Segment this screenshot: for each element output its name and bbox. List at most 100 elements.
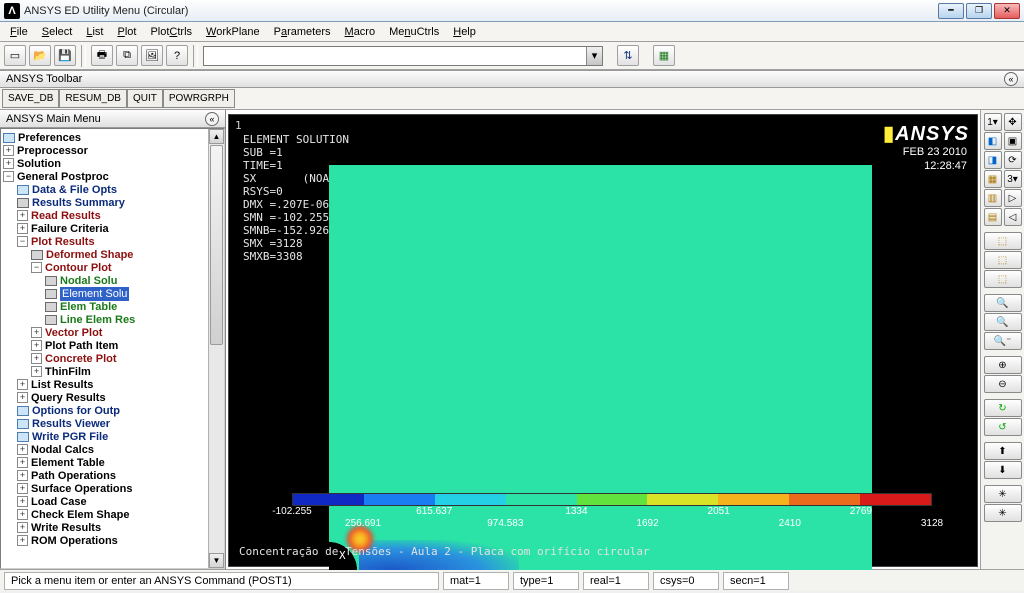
print-icon[interactable]: 🖶 — [91, 45, 113, 66]
menu-plotctrls[interactable]: PlotCtrls — [144, 25, 198, 39]
back-view-icon[interactable]: ⬚ — [984, 232, 1022, 250]
menu-menuctrls[interactable]: MenuCtrls — [383, 25, 445, 39]
tree-element-table[interactable]: Element Table — [31, 456, 105, 470]
tree-thinfilm[interactable]: ThinFilm — [45, 365, 91, 379]
fit-view-icon[interactable]: ▣ — [1004, 132, 1022, 150]
right-view-icon[interactable]: ▥ — [984, 189, 1002, 207]
collapse-icon[interactable]: − — [17, 236, 28, 247]
quit-button[interactable]: QUIT — [127, 89, 163, 108]
dynamic-mode-icon[interactable]: ✥ — [1004, 113, 1022, 131]
tree-results-viewer[interactable]: Results Viewer — [32, 417, 110, 431]
expand-icon[interactable]: + — [17, 535, 28, 546]
collapse-icon[interactable]: − — [31, 262, 42, 273]
expand-icon[interactable]: + — [17, 509, 28, 520]
tree-options-outp[interactable]: Options for Outp — [32, 404, 120, 418]
scrollbar[interactable]: ▲ ▼ — [208, 129, 224, 568]
tree-read-results[interactable]: Read Results — [31, 209, 101, 223]
expand-icon[interactable]: + — [17, 470, 28, 481]
rotate-pos-icon[interactable]: ↻ — [984, 399, 1022, 417]
zoom-back-icon[interactable]: 🔍⁻ — [984, 332, 1022, 350]
expand-icon[interactable]: + — [17, 522, 28, 533]
chevron-down-icon[interactable]: ▾ — [586, 47, 602, 65]
tree-contour-plot[interactable]: Contour Plot — [45, 261, 112, 275]
tree-rom-ops[interactable]: ROM Operations — [31, 534, 118, 548]
tree-list-results[interactable]: List Results — [31, 378, 93, 392]
contact-manager-icon[interactable]: ▦ — [653, 45, 675, 66]
zoom-in-icon[interactable]: 🔍 — [984, 294, 1022, 312]
tree-general-postproc[interactable]: General Postproc — [17, 170, 109, 184]
pan-right-icon[interactable]: ▷ — [1004, 189, 1022, 207]
help-icon[interactable]: ? — [166, 45, 188, 66]
scroll-thumb[interactable] — [210, 145, 223, 345]
minimize-button[interactable]: ━ — [938, 3, 964, 19]
tree-check-elem[interactable]: Check Elem Shape — [31, 508, 129, 522]
expand-icon[interactable]: + — [31, 327, 42, 338]
menu-help[interactable]: Help — [447, 25, 482, 39]
tree-path-ops[interactable]: Path Operations — [31, 469, 116, 483]
pan-left-icon[interactable]: ◁ — [1004, 208, 1022, 226]
powrgrph-button[interactable]: POWRGRPH — [163, 89, 235, 108]
tree-surface-ops[interactable]: Surface Operations — [31, 482, 132, 496]
top-view-icon[interactable]: ▤ — [984, 208, 1002, 226]
tree-query-results[interactable]: Query Results — [31, 391, 106, 405]
tree-line-elem-res[interactable]: Line Elem Res — [60, 313, 135, 327]
menu-macro[interactable]: Macro — [339, 25, 382, 39]
save-icon[interactable]: 💾 — [54, 45, 76, 66]
collapse-icon[interactable]: « — [205, 112, 219, 126]
resum-db-button[interactable]: RESUM_DB — [59, 89, 127, 108]
tree-plot-results[interactable]: Plot Results — [31, 235, 95, 249]
left-view-icon[interactable]: ⬚ — [984, 251, 1022, 269]
expand-icon[interactable]: + — [17, 483, 28, 494]
zoom-extents-minus-icon[interactable]: ⊖ — [984, 375, 1022, 393]
scroll-up-icon[interactable]: ▲ — [209, 129, 224, 144]
tree-write-pgr[interactable]: Write PGR File — [32, 430, 108, 444]
expand-icon[interactable]: + — [3, 158, 14, 169]
close-button[interactable]: ✕ — [994, 3, 1020, 19]
tree-preferences[interactable]: Preferences — [18, 131, 81, 145]
zoom-window-icon[interactable]: 🔍 — [984, 313, 1022, 331]
tree-elem-table[interactable]: Elem Table — [60, 300, 117, 314]
tree-nodal-solu[interactable]: Nodal Solu — [60, 274, 117, 288]
copy-icon[interactable]: ⧉ — [116, 45, 138, 66]
scroll-down-icon[interactable]: ▼ — [209, 553, 224, 568]
view-number-icon[interactable]: 3▾ — [1004, 170, 1022, 188]
pan-rotate-icon[interactable]: ✳ — [984, 504, 1022, 522]
expand-icon[interactable]: + — [17, 223, 28, 234]
tree-plot-path[interactable]: Plot Path Item — [45, 339, 118, 353]
front-view-icon[interactable]: ▦ — [984, 170, 1002, 188]
oblique-view-icon[interactable]: ◨ — [984, 151, 1002, 169]
collapse-icon[interactable]: − — [3, 171, 14, 182]
tree-preprocessor[interactable]: Preprocessor — [17, 144, 88, 158]
command-field[interactable] — [204, 47, 586, 65]
collapse-icon[interactable]: « — [1004, 72, 1018, 86]
zoom-extents-plus-icon[interactable]: ⊕ — [984, 356, 1022, 374]
rate-icon[interactable]: ✳ — [984, 485, 1022, 503]
menu-parameters[interactable]: Parameters — [268, 25, 337, 39]
expand-icon[interactable]: + — [31, 340, 42, 351]
new-icon[interactable]: ▭ — [4, 45, 26, 66]
tree-data-file[interactable]: Data & File Opts — [32, 183, 117, 197]
expand-icon[interactable]: + — [17, 444, 28, 455]
tree-concrete-plot[interactable]: Concrete Plot — [45, 352, 117, 366]
expand-icon[interactable]: + — [17, 392, 28, 403]
tree-write-results[interactable]: Write Results — [31, 521, 101, 535]
window-layout-icon[interactable]: 1▾ — [984, 113, 1002, 131]
menu-workplane[interactable]: WorkPlane — [200, 25, 266, 39]
expand-icon[interactable]: + — [17, 379, 28, 390]
tree-nodal-calcs[interactable]: Nodal Calcs — [31, 443, 94, 457]
raise-hidden-icon[interactable]: ⇅ — [617, 45, 639, 66]
tree-vector-plot[interactable]: Vector Plot — [45, 326, 102, 340]
tree-load-case[interactable]: Load Case — [31, 495, 87, 509]
tree-element-solu[interactable]: Element Solu — [60, 287, 129, 301]
expand-icon[interactable]: + — [17, 210, 28, 221]
save-db-button[interactable]: SAVE_DB — [2, 89, 59, 108]
maximize-button[interactable]: ❐ — [966, 3, 992, 19]
iso-view-icon[interactable]: ◧ — [984, 132, 1002, 150]
open-icon[interactable]: 📂 — [29, 45, 51, 66]
style-up-icon[interactable]: ⬆ — [984, 442, 1022, 460]
image-icon[interactable]: 🖼 — [141, 45, 163, 66]
menu-plot[interactable]: Plot — [111, 25, 142, 39]
expand-icon[interactable]: + — [17, 496, 28, 507]
rotate-icon[interactable]: ⟳ — [1004, 151, 1022, 169]
graphics-window[interactable]: 1 ▮ANSYS FEB 23 201012:28:47 ELEMENT SOL… — [228, 114, 978, 567]
